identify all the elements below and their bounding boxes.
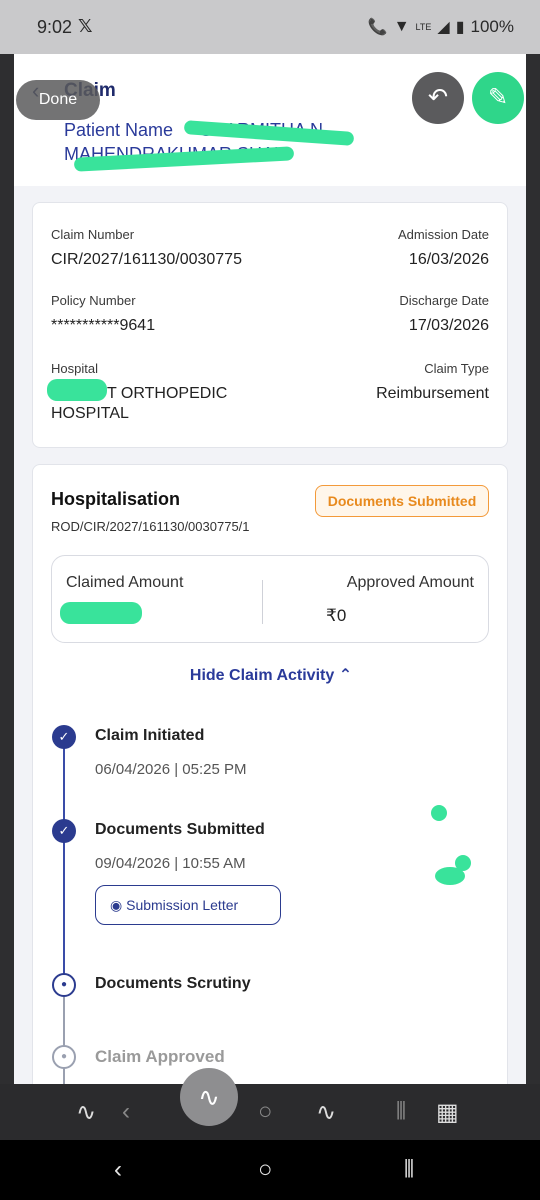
check-icon: ✓ — [52, 819, 76, 843]
undo-icon: ↶ — [427, 84, 449, 111]
timeline-line — [63, 737, 65, 977]
marker-pen-icon[interactable]: ∿ — [316, 1098, 336, 1127]
wifi-calling-icon: 📞 — [367, 19, 388, 36]
pen-icon: ✎ — [487, 84, 509, 111]
pen-tool-button[interactable]: ✎ — [472, 72, 524, 124]
timeline-step-title: Documents Submitted — [95, 821, 265, 838]
recents-ghost-icon: ⫴ — [396, 1098, 407, 1125]
claim-number-label: Claim Number — [51, 227, 135, 242]
admission-date-value: 16/03/2026 — [408, 251, 489, 268]
hospitalisation-card: Hospitalisation ROD/CIR/2027/161130/0030… — [32, 464, 508, 1084]
status-badge: Documents Submitted — [315, 485, 489, 517]
wifi-icon: ▼ — [393, 18, 410, 35]
amount-summary: Claimed Amount 0 Approved Amount ₹0 — [51, 555, 489, 643]
battery-percent: 100% — [470, 17, 514, 36]
approved-amount-label: Approved Amount — [346, 574, 474, 591]
redaction-scribble — [47, 379, 107, 401]
timeline-step-title: Claim Approved — [95, 1047, 225, 1066]
approved-amount-value: ₹0 — [326, 606, 347, 625]
lte-label: LTE — [415, 22, 432, 32]
patient-name-label: Patient Name — [64, 120, 174, 140]
policy-number-label: Policy Number — [51, 293, 136, 308]
undo-button[interactable]: ↶ — [412, 72, 464, 124]
home-nav-icon[interactable]: ○ — [258, 1156, 273, 1184]
eye-icon: ◉ — [110, 897, 123, 913]
claim-type-value: Reimbursement — [376, 385, 489, 402]
claim-details-card: Claim Number CIR/2027/161130/0030775 Adm… — [32, 202, 508, 448]
timeline-line-pending — [63, 997, 65, 1084]
timeline-step-title: Claim Initiated — [95, 727, 205, 744]
timeline-step-title: Documents Scrutiny — [95, 975, 251, 992]
redaction-scribble — [60, 602, 142, 624]
signal-icon: ◢ — [437, 19, 450, 36]
selected-pen-tool[interactable]: ∿ — [180, 1068, 238, 1126]
mosaic-pen-icon[interactable]: ▦ — [436, 1098, 459, 1127]
submission-letter-button[interactable]: ◉ Submission Letter — [95, 885, 281, 925]
future-dot-icon: ● — [52, 1045, 76, 1069]
admission-date-label: Admission Date — [397, 227, 489, 242]
hospital-value-line-1: T ORTHOPEDIC — [107, 385, 228, 402]
hospitalisation-title: Hospitalisation — [51, 489, 181, 509]
green-dot-marker — [431, 805, 447, 821]
claim-number-value: CIR/2027/161130/0030775 — [51, 251, 242, 268]
check-icon: ✓ — [52, 725, 76, 749]
timeline-step-date: 09/04/2026 | 10:55 AM — [95, 855, 246, 872]
app-screen: ‹ Claim Patient Name SHARMITHA N MAHENDR… — [14, 54, 526, 1084]
x-app-icon: 𝕏 — [78, 16, 93, 36]
hospital-label: Hospital — [51, 361, 98, 376]
status-icons: 📞 ▼ LTE ◢ ▮ 100% — [368, 17, 514, 37]
green-dot-marker — [435, 867, 465, 885]
discharge-date-label: Discharge Date — [399, 293, 489, 308]
recents-nav-icon[interactable]: ⫴ — [404, 1156, 414, 1184]
back-nav-icon[interactable]: ‹ — [114, 1156, 122, 1184]
discharge-date-value: 17/03/2026 — [408, 317, 489, 334]
edit-toolbar: ∿ ‹ ○ ∿ ⫴ ▦ — [0, 1084, 540, 1140]
back-ghost-icon: ‹ — [122, 1098, 130, 1125]
system-nav-bar: ‹ ○ ⫴ — [0, 1140, 540, 1200]
submission-letter-label: Submission Letter — [126, 897, 239, 913]
claimed-amount-label: Claimed Amount — [66, 574, 184, 591]
hide-claim-activity-link[interactable]: Hide Claim Activity ⌃ — [33, 665, 509, 685]
status-bar: 9:02 𝕏 📞 ▼ LTE ◢ ▮ 100% — [0, 0, 540, 54]
timeline-step-date: 06/04/2026 | 05:25 PM — [95, 761, 247, 778]
claim-type-label: Claim Type — [424, 361, 489, 376]
home-ghost-icon: ○ — [258, 1098, 273, 1125]
pending-dot-icon: ● — [52, 973, 76, 997]
hospital-value-line-2: HOSPITAL — [51, 405, 129, 422]
squiggle-pen-icon[interactable]: ∿ — [76, 1098, 96, 1127]
battery-icon: ▮ — [455, 19, 465, 36]
rod-number: ROD/CIR/2027/161130/0030775/1 — [51, 519, 250, 534]
highlighter-pen-icon: ∿ — [198, 1082, 220, 1112]
status-time: 9:02 — [37, 17, 73, 37]
done-button[interactable]: Done — [16, 80, 100, 120]
amount-divider — [262, 580, 263, 624]
policy-number-value: ***********9641 — [51, 317, 156, 334]
